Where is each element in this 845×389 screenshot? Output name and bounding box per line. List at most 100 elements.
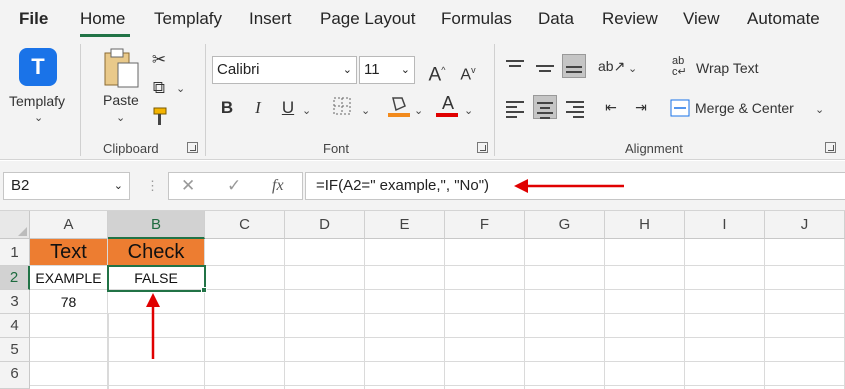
merge-center-button[interactable]: Merge & Center ⌄: [670, 97, 830, 123]
select-all-corner[interactable]: [0, 211, 30, 239]
chevron-down-icon: ⌄: [400, 64, 410, 76]
tab-templafy[interactable]: Templafy: [154, 9, 222, 29]
cancel-icon[interactable]: ✕: [181, 176, 195, 196]
templafy-icon: T: [19, 48, 57, 86]
bold-button[interactable]: B: [215, 96, 239, 120]
menu-bar: File Home Templafy Insert Page Layout Fo…: [0, 0, 845, 38]
tab-insert[interactable]: Insert: [249, 9, 292, 29]
chevron-down-icon[interactable]: ⌄: [628, 62, 637, 75]
font-name-select[interactable]: Calibri ⌄: [212, 56, 357, 84]
column-header-d[interactable]: D: [285, 211, 365, 239]
merge-center-label: Merge & Center: [695, 100, 794, 116]
italic-button[interactable]: I: [246, 96, 270, 120]
selected-cell-outline: [107, 265, 206, 292]
chevron-down-icon[interactable]: ⌄: [414, 104, 423, 117]
paste-label: Paste: [103, 92, 139, 108]
font-name-value: Calibri: [217, 61, 260, 78]
font-color-button[interactable]: A: [436, 93, 460, 118]
fill-color-icon[interactable]: [387, 94, 411, 118]
cell-a2[interactable]: EXAMPLE: [30, 266, 108, 290]
insert-function-icon[interactable]: fx: [272, 177, 284, 195]
decrease-indent-icon[interactable]: ⇤: [599, 95, 623, 119]
chevron-down-icon: ⌄: [113, 180, 123, 192]
middle-align-icon[interactable]: [533, 54, 557, 78]
tab-home[interactable]: Home: [80, 9, 125, 29]
column-header-j[interactable]: J: [765, 211, 845, 239]
chevron-down-icon[interactable]: ⌄: [302, 104, 311, 117]
font-color-icon: A: [441, 93, 454, 113]
wrap-text-label: Wrap Text: [696, 60, 759, 76]
chevron-down-icon: ⌄: [815, 104, 825, 116]
font-dialog-launcher-icon[interactable]: [477, 142, 488, 153]
fill-handle[interactable]: [201, 287, 207, 293]
tab-review[interactable]: Review: [602, 9, 658, 29]
group-separator: [205, 44, 206, 156]
font-size-select[interactable]: 11 ⌄: [359, 56, 415, 84]
cut-icon[interactable]: ✂: [147, 48, 171, 72]
orientation-icon[interactable]: ab↗: [598, 54, 625, 78]
tab-file[interactable]: File: [19, 9, 48, 29]
row-header-2[interactable]: 2: [0, 266, 30, 290]
clipboard-group-label: Clipboard: [103, 141, 159, 156]
column-header-e[interactable]: E: [365, 211, 445, 239]
chevron-down-icon: ⌄: [342, 64, 352, 76]
wrap-text-button[interactable]: ab c↵ Wrap Text: [672, 56, 822, 82]
font-group-label: Font: [323, 141, 350, 156]
alignment-dialog-launcher-icon[interactable]: [825, 142, 836, 153]
row-header-4[interactable]: 4: [0, 314, 30, 338]
chevron-down-icon[interactable]: ⌄: [464, 104, 473, 117]
enter-icon[interactable]: ✓: [227, 176, 241, 196]
column-header-c[interactable]: C: [205, 211, 285, 239]
cell-a3[interactable]: 78: [30, 290, 108, 314]
tab-automate[interactable]: Automate: [747, 9, 820, 29]
clipboard-dialog-launcher-icon[interactable]: [187, 142, 198, 153]
align-left-icon[interactable]: [503, 95, 527, 119]
increase-font-size-button[interactable]: A^: [425, 58, 449, 85]
tab-page-layout[interactable]: Page Layout: [320, 9, 415, 29]
column-header-b[interactable]: B: [108, 211, 205, 239]
tab-formulas[interactable]: Formulas: [441, 9, 512, 29]
formula-bar: B2 ⌄ ⋮ ✕ ✓ fx =IF(A2=" example,", "No"): [0, 161, 845, 211]
row-header-5[interactable]: 5: [0, 338, 30, 362]
alignment-group-label: Alignment: [625, 141, 683, 156]
shrink-font-icon: A: [460, 66, 472, 84]
top-align-icon[interactable]: [503, 54, 527, 78]
align-right-icon[interactable]: [563, 95, 587, 119]
font-size-value: 11: [364, 61, 380, 78]
column-header-f[interactable]: F: [445, 211, 525, 239]
row-header-6[interactable]: 6: [0, 362, 30, 389]
copy-icon[interactable]: ⧉: [147, 76, 171, 100]
empty-cells-right[interactable]: [205, 239, 845, 389]
increase-indent-icon[interactable]: ⇥: [629, 95, 653, 119]
align-center-icon[interactable]: [533, 95, 557, 119]
more-options-icon[interactable]: ⋮: [146, 178, 159, 194]
tab-data[interactable]: Data: [538, 9, 574, 29]
group-separator: [494, 44, 495, 156]
row-header-1[interactable]: 1: [0, 239, 30, 266]
format-painter-icon[interactable]: [147, 106, 171, 130]
chevron-down-icon: ⌄: [34, 112, 44, 124]
decrease-font-size-button[interactable]: Av: [456, 58, 480, 84]
templafy-label: Templafy: [9, 93, 66, 109]
merge-center-icon: [670, 99, 690, 117]
spreadsheet-grid: A B C D E F G H I J 1 2 3 4 5 6 Text Che…: [0, 211, 845, 389]
chevron-down-icon[interactable]: ⌄: [176, 82, 185, 95]
name-box-value: B2: [11, 177, 30, 194]
annotation-arrow-left-icon: [514, 179, 624, 193]
column-header-i[interactable]: I: [685, 211, 765, 239]
gridline: [108, 314, 109, 389]
chevron-down-icon[interactable]: ⌄: [361, 104, 370, 117]
cell-a1[interactable]: Text: [30, 239, 108, 266]
underline-button[interactable]: U: [276, 96, 300, 120]
annotation-arrow-up-icon: [146, 293, 160, 359]
cell-b1[interactable]: Check: [108, 239, 205, 266]
borders-icon[interactable]: [330, 96, 354, 120]
tab-view[interactable]: View: [683, 9, 720, 29]
name-box[interactable]: B2 ⌄: [3, 172, 130, 200]
column-header-g[interactable]: G: [525, 211, 605, 239]
column-header-h[interactable]: H: [605, 211, 685, 239]
column-header-a[interactable]: A: [30, 211, 108, 239]
bottom-align-icon[interactable]: [562, 54, 586, 78]
chevron-down-icon: ⌄: [116, 112, 126, 124]
row-header-3[interactable]: 3: [0, 290, 30, 314]
